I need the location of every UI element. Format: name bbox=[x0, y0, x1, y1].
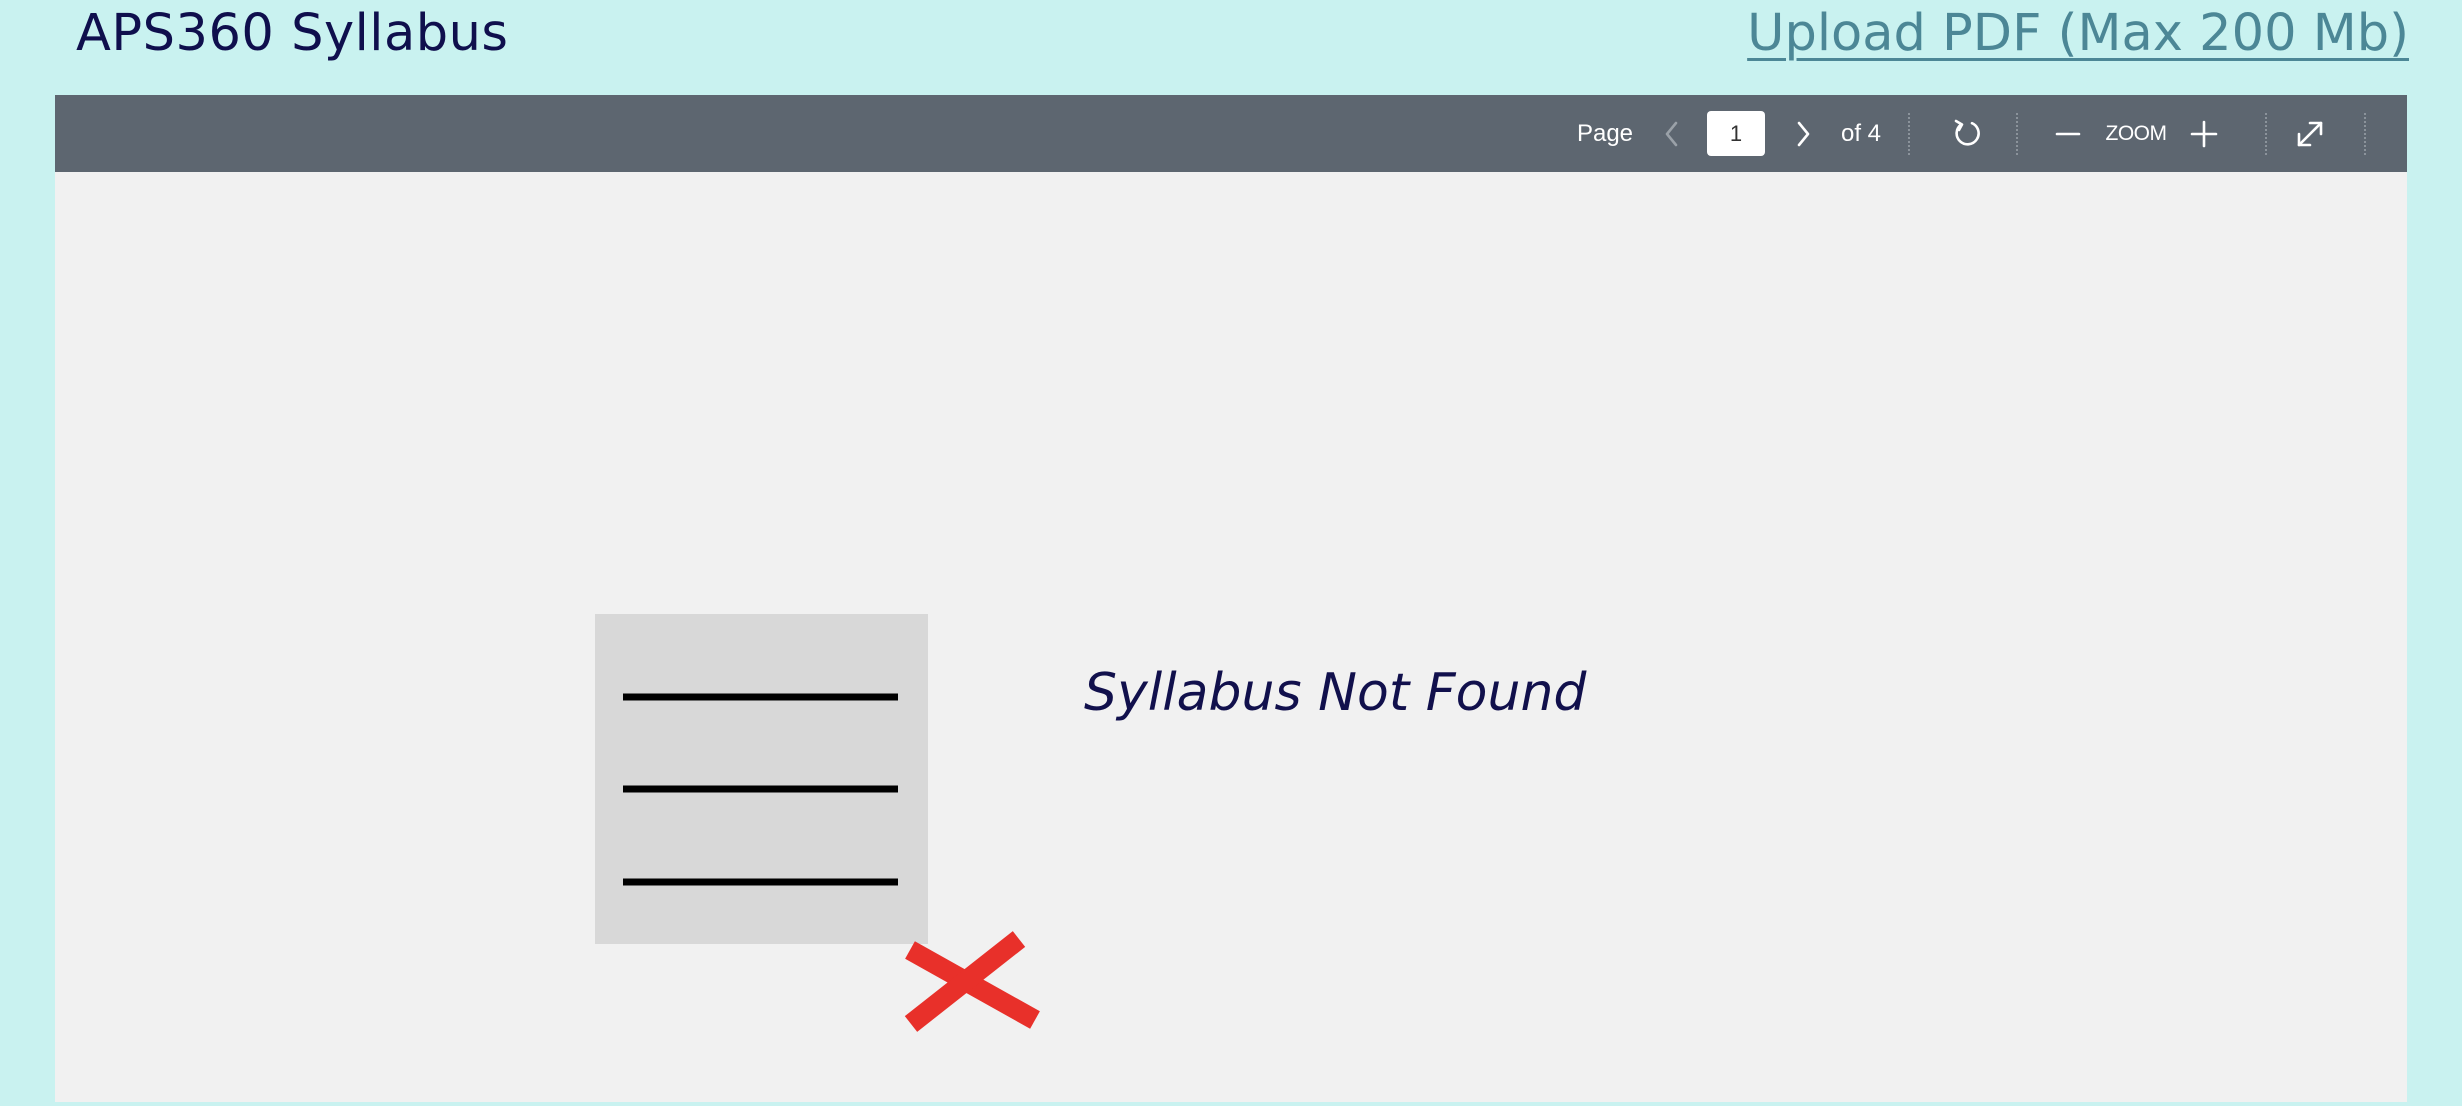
toolbar-divider bbox=[2016, 113, 2018, 155]
toolbar-divider bbox=[1908, 113, 1910, 155]
prev-page-button[interactable] bbox=[1652, 95, 1692, 172]
rotate-icon bbox=[1954, 119, 1980, 146]
page-number-input[interactable] bbox=[1707, 111, 1765, 156]
page-title: APS360 Syllabus bbox=[76, 4, 509, 63]
expand-icon bbox=[2297, 121, 2323, 146]
upload-pdf-link[interactable]: Upload PDF (Max 200 Mb) bbox=[1747, 2, 2409, 66]
pdf-viewer: Page of 4 ZOOM bbox=[55, 95, 2407, 1102]
next-page-button[interactable] bbox=[1783, 95, 1823, 172]
document-not-found-icon bbox=[595, 614, 928, 944]
plus-icon bbox=[2190, 120, 2218, 147]
toolbar-divider bbox=[2364, 113, 2366, 155]
zoom-out-button[interactable] bbox=[2047, 95, 2089, 172]
pdf-toolbar: Page of 4 ZOOM bbox=[55, 95, 2407, 172]
rotate-button[interactable] bbox=[1943, 95, 1993, 172]
zoom-label: ZOOM bbox=[2105, 121, 2168, 145]
pdf-content-area: Syllabus Not Found bbox=[55, 172, 2407, 1102]
page-label: Page bbox=[1576, 119, 1634, 147]
error-x-icon bbox=[904, 931, 1040, 1032]
chevron-right-icon bbox=[1797, 121, 1810, 146]
chevron-left-icon bbox=[1665, 121, 1678, 146]
toolbar-divider bbox=[2265, 113, 2267, 155]
minus-icon bbox=[2055, 132, 2081, 135]
not-found-message: Syllabus Not Found bbox=[1084, 663, 1587, 723]
zoom-in-button[interactable] bbox=[2183, 95, 2225, 172]
fullscreen-button[interactable] bbox=[2285, 95, 2335, 172]
page-count-label: of 4 bbox=[1840, 119, 1882, 147]
